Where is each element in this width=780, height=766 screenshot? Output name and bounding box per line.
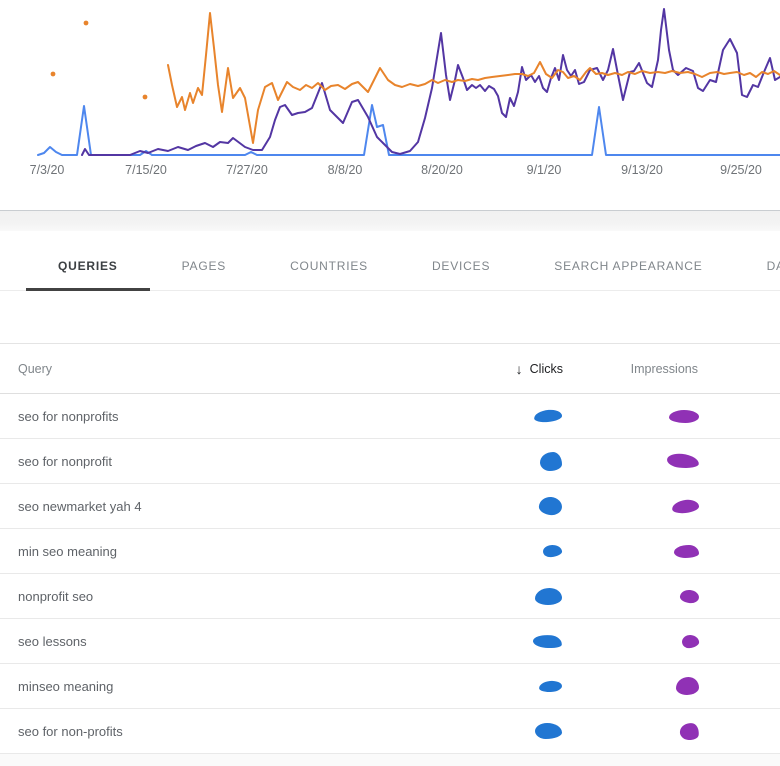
performance-chart bbox=[0, 0, 780, 160]
query-column-header: Query bbox=[0, 362, 448, 376]
impressions-redaction-scribble bbox=[669, 410, 699, 423]
impressions-cell bbox=[676, 677, 702, 695]
impressions-redaction-scribble bbox=[674, 545, 699, 558]
clicks-redaction-scribble bbox=[539, 680, 563, 693]
impressions-cell bbox=[682, 635, 702, 648]
impressions-redaction-scribble bbox=[679, 589, 699, 604]
x-tick-label: 8/8/20 bbox=[328, 163, 363, 177]
tab-pages[interactable]: PAGES bbox=[150, 242, 258, 290]
table-row[interactable]: min seo meaning bbox=[0, 529, 780, 574]
x-tick-label: 7/3/20 bbox=[30, 163, 65, 177]
query-cell: minseo meaning bbox=[0, 679, 448, 694]
x-axis: 7/3/20 7/15/20 7/27/20 8/8/20 8/20/20 9/… bbox=[0, 160, 780, 182]
clicks-redaction-scribble bbox=[534, 409, 563, 423]
impressions-cell bbox=[667, 454, 702, 468]
dimension-tab-bar: QUERIES PAGES COUNTRIES DEVICES SEARCH A… bbox=[0, 242, 780, 291]
tab-devices[interactable]: DEVICES bbox=[400, 242, 522, 290]
impressions-cell bbox=[674, 545, 702, 558]
clicks-cell bbox=[539, 497, 568, 515]
impressions-cell bbox=[669, 410, 702, 423]
clicks-cell bbox=[533, 635, 568, 648]
x-tick-label: 9/13/20 bbox=[621, 163, 663, 177]
clicks-redaction-scribble bbox=[535, 588, 562, 605]
impressions-cell bbox=[672, 500, 702, 513]
query-cell: seo for non-profits bbox=[0, 724, 448, 739]
sort-descending-icon: ↓ bbox=[516, 361, 523, 377]
query-cell: nonprofit seo bbox=[0, 589, 448, 604]
x-tick-label: 7/27/20 bbox=[226, 163, 268, 177]
impressions-cell bbox=[680, 590, 702, 603]
tab-search-appearance[interactable]: SEARCH APPEARANCE bbox=[522, 242, 734, 290]
clicks-cell bbox=[539, 681, 568, 692]
table-row[interactable]: nonprofit seo bbox=[0, 574, 780, 619]
table-row[interactable]: seo for nonprofits bbox=[0, 394, 780, 439]
impressions-redaction-scribble bbox=[676, 677, 699, 695]
clicks-cell bbox=[540, 452, 568, 471]
clicks-column-header[interactable]: ↓ Clicks bbox=[516, 361, 568, 377]
clicks-redaction-scribble bbox=[540, 452, 562, 471]
query-cell: seo lessons bbox=[0, 634, 448, 649]
table-row[interactable]: seo for non-profits bbox=[0, 709, 780, 754]
clicks-redaction-scribble bbox=[535, 723, 562, 739]
x-tick-label: 7/15/20 bbox=[125, 163, 167, 177]
clicks-cell bbox=[535, 588, 568, 605]
clicks-redaction-scribble bbox=[532, 633, 562, 648]
tab-dates[interactable]: DATES bbox=[735, 242, 780, 290]
table-row[interactable]: seo for nonprofit bbox=[0, 439, 780, 484]
query-cell: min seo meaning bbox=[0, 544, 448, 559]
queries-table: Query ↓ Clicks Impressions seo for nonpr… bbox=[0, 343, 780, 754]
section-divider-band bbox=[0, 210, 780, 231]
table-header-row: Query ↓ Clicks Impressions bbox=[0, 344, 780, 394]
query-cell: seo newmarket yah 4 bbox=[0, 499, 448, 514]
clicks-header-label: Clicks bbox=[530, 362, 563, 376]
clicks-cell bbox=[543, 545, 568, 557]
impressions-redaction-scribble bbox=[666, 452, 699, 469]
query-cell: seo for nonprofits bbox=[0, 409, 448, 424]
x-tick-label: 9/25/20 bbox=[720, 163, 762, 177]
impressions-redaction-scribble bbox=[681, 634, 699, 649]
x-tick-label: 8/20/20 bbox=[421, 163, 463, 177]
impressions-redaction-scribble bbox=[671, 498, 699, 514]
clicks-redaction-scribble bbox=[538, 496, 562, 516]
tab-countries[interactable]: COUNTRIES bbox=[258, 242, 400, 290]
table-row[interactable]: seo lessons bbox=[0, 619, 780, 664]
tab-queries[interactable]: QUERIES bbox=[26, 242, 150, 290]
impressions-redaction-scribble bbox=[679, 722, 700, 741]
table-row[interactable]: seo newmarket yah 4 bbox=[0, 484, 780, 529]
performance-chart-section: 7/3/20 7/15/20 7/27/20 8/8/20 8/20/20 9/… bbox=[0, 0, 780, 182]
impressions-cell bbox=[680, 723, 702, 740]
impressions-column-header[interactable]: Impressions bbox=[631, 362, 702, 376]
table-row[interactable]: minseo meaning bbox=[0, 664, 780, 709]
clicks-cell bbox=[535, 723, 568, 739]
x-tick-label: 9/1/20 bbox=[527, 163, 562, 177]
clicks-cell bbox=[534, 410, 568, 422]
clicks-redaction-scribble bbox=[543, 544, 563, 558]
query-cell: seo for nonprofit bbox=[0, 454, 448, 469]
